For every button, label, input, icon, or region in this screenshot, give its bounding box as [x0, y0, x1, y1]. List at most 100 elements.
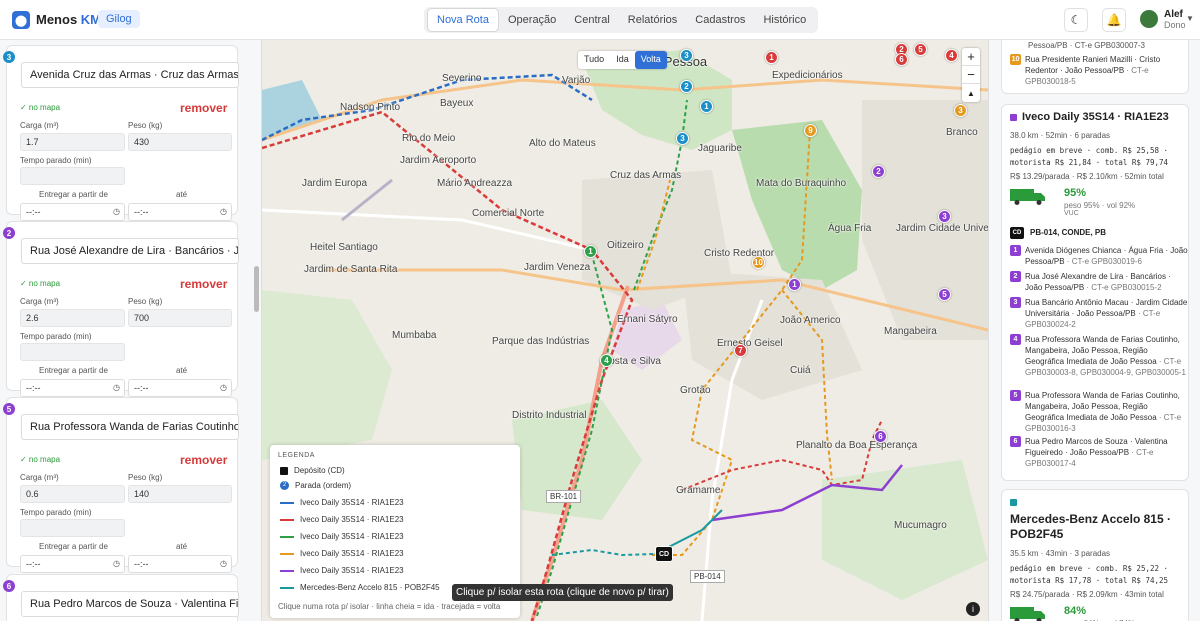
weight-label: Peso (kg) [128, 121, 163, 130]
legend-route-3[interactable]: Iveco Daily 35S14 · RIA1E23 [280, 549, 404, 558]
zoom-out-button[interactable]: − [962, 66, 980, 84]
nav-tab-0[interactable]: Nova Rota [427, 8, 499, 32]
map-place-label: Cristo Redentor [704, 248, 775, 259]
stop-marker[interactable]: 4 [600, 354, 613, 367]
stop-address-input[interactable]: Rua Professora Wanda de Farias Coutinho [21, 414, 239, 440]
legend-route-2[interactable]: Iveco Daily 35S14 · RIA1E23 [280, 532, 404, 541]
stop-marker[interactable]: 1 [788, 278, 801, 291]
notifications-button[interactable]: 🔔 [1102, 8, 1126, 32]
stop-time-input[interactable] [20, 167, 125, 185]
remove-stop-button[interactable]: remover [180, 453, 227, 467]
stop-marker[interactable]: 5 [938, 288, 951, 301]
route-stop-item[interactable]: 2 Rua José Alexandre de Lira · Bancários … [1010, 271, 1188, 293]
legend-title: LEGENDA [278, 452, 315, 459]
stop-address-input[interactable]: Rua Pedro Marcos de Souza · Valentina Fi… [21, 591, 239, 617]
stop-marker[interactable]: 3 [676, 132, 689, 145]
stop-marker[interactable]: 6 [874, 430, 887, 443]
direction-ida-button[interactable]: Ida [610, 51, 635, 69]
route-stop-item[interactable]: 3 Rua Bancário Antônio Macau · Jardim Cid… [1010, 297, 1188, 330]
remove-stop-button[interactable]: remover [180, 101, 227, 115]
info-icon[interactable]: i [966, 602, 980, 616]
stop-address-input[interactable]: Rua José Alexandre de Lira · Bancários ·… [21, 238, 239, 264]
nav-tab-4[interactable]: Cadastros [686, 9, 754, 31]
stop-marker[interactable]: 1 [765, 51, 778, 64]
stop-order-badge: 4 [1010, 334, 1021, 345]
stops-panel: 3 Avenida Cruz das Armas · Cruz das Armas… [0, 40, 262, 621]
stop-marker[interactable]: 6 [895, 53, 908, 66]
direction-tudo-button[interactable]: Tudo [578, 51, 610, 69]
legend-route-0[interactable]: Iveco Daily 35S14 · RIA1E23 [280, 498, 404, 507]
map-place-label: Heitel Santiago [310, 242, 378, 253]
stop-marker[interactable]: 3 [954, 104, 967, 117]
stop-marker[interactable]: 2 [680, 80, 693, 93]
direction-volta-button[interactable]: Volta [634, 51, 667, 69]
map-place-label: Jardim Europa [302, 178, 368, 189]
compass-icon[interactable]: ▲ [962, 84, 980, 102]
legend-route-1[interactable]: Iveco Daily 35S14 · RIA1E23 [280, 515, 404, 524]
zoom-in-button[interactable]: + [962, 48, 980, 66]
stop-order-badge: 5 [3, 403, 15, 415]
deliver-until-input[interactable]: --:-- ◷ [128, 203, 232, 221]
legend-depot: Depósito (CD) [280, 466, 345, 475]
vehicle-route-card[interactable]: Mercedes-Benz Accelo 815 · POB2F45 35.5 k… [1001, 489, 1189, 621]
app-logo[interactable]: Menos KM [36, 12, 101, 27]
stop-marker[interactable]: 3 [680, 49, 693, 62]
depot-square-icon [280, 466, 288, 475]
user-menu[interactable]: Alef Dono ▼ [1140, 8, 1194, 32]
vehicle-class: VUC [1064, 210, 1079, 217]
stop-marker[interactable]: 5 [914, 43, 927, 56]
deliver-from-input[interactable]: --:-- ◷ [20, 203, 125, 221]
scrollbar[interactable] [254, 266, 259, 312]
stop-marker[interactable]: 7 [734, 344, 747, 357]
stop-address-input[interactable]: Avenida Cruz das Armas · Cruz das Armas [21, 62, 239, 88]
stop-marker[interactable]: 1 [584, 245, 597, 258]
theme-toggle-button[interactable]: ☾ [1064, 8, 1088, 32]
stop-time-input[interactable] [20, 343, 125, 361]
cargo-input[interactable]: 1.7 [20, 133, 125, 151]
weight-input[interactable]: 140 [128, 485, 232, 503]
legend-route-5[interactable]: Mercedes-Benz Accelo 815 · POB2F45 [280, 583, 440, 592]
deliver-from-input[interactable]: --:-- ◷ [20, 379, 125, 397]
deliver-until-input[interactable]: --:-- ◷ [128, 555, 232, 573]
nav-tab-2[interactable]: Central [565, 9, 618, 31]
stop-marker[interactable]: 4 [945, 49, 958, 62]
main-nav: Nova Rota Operação Central Relatórios Cadast… [424, 7, 819, 33]
map-place-label: Expedicionários [772, 70, 843, 81]
stop-marker[interactable]: 9 [804, 124, 817, 137]
stop-marker[interactable]: 10 [752, 256, 765, 269]
stop-marker[interactable]: 1 [700, 100, 713, 113]
cargo-input[interactable]: 0.6 [20, 485, 125, 503]
cargo-input[interactable]: 2.6 [20, 309, 125, 327]
route-summary: 35.5 km · 43min · 3 paradas [1010, 549, 1111, 558]
route-stop-item[interactable]: 10 Rua Presidente Ranieri Mazilli · Crist… [1010, 54, 1188, 87]
nav-tab-3[interactable]: Relatórios [619, 9, 687, 31]
nav-tab-1[interactable]: Operação [499, 9, 565, 31]
time-placeholder: --:-- [134, 559, 149, 569]
logo-pin-icon: ⬤ [12, 11, 30, 29]
route-stop-item[interactable]: 4 Rua Professora Wanda de Farias Coutinho… [1010, 334, 1188, 378]
deliver-from-label: Entregar a partir de [39, 366, 108, 375]
weight-input[interactable]: 430 [128, 133, 232, 151]
stop-time-input[interactable] [20, 519, 125, 537]
nav-tab-5[interactable]: Histórico [754, 9, 815, 31]
legend-route-4[interactable]: Iveco Daily 35S14 · RIA1E23 [280, 566, 404, 575]
stop-marker[interactable]: 3 [938, 210, 951, 223]
route-stop-item[interactable]: 1 Avenida Diógenes Chianca · Água Fria · … [1010, 245, 1188, 267]
route-stop-item[interactable]: 6 Rua Pedro Marcos de Souza · Valentina F… [1010, 436, 1188, 469]
legend-stop: 2 Parada (ordem) [280, 481, 351, 490]
weight-input[interactable]: 700 [128, 309, 232, 327]
deliver-from-input[interactable]: --:-- ◷ [20, 555, 125, 573]
remove-stop-button[interactable]: remover [180, 277, 227, 291]
route-stop-item[interactable]: 5 Rua Professora Wanda de Farias Coutinho… [1010, 390, 1188, 434]
map-place-label: Oitizeiro [607, 240, 644, 251]
stop-marker[interactable]: 2 [872, 165, 885, 178]
map-place-label: Gramame [676, 485, 721, 496]
map-place-label: Jardim Aeroporto [400, 155, 477, 166]
vehicle-route-card[interactable]: Iveco Daily 35S14 · RIA1E23 38.0 km · 52m… [1001, 104, 1189, 481]
org-badge[interactable]: Gilog [98, 10, 140, 28]
route-map[interactable]: João Pessoa Nadson Pinto Bayeux Rio do Meio… [262, 40, 988, 621]
deliver-until-input[interactable]: --:-- ◷ [128, 379, 232, 397]
cargo-label: Carga (m³) [20, 297, 59, 306]
app-header: ⬤ Menos KM Gilog Nova Rota Operação Centra… [0, 0, 1200, 40]
depot-marker[interactable]: CD [655, 546, 673, 562]
